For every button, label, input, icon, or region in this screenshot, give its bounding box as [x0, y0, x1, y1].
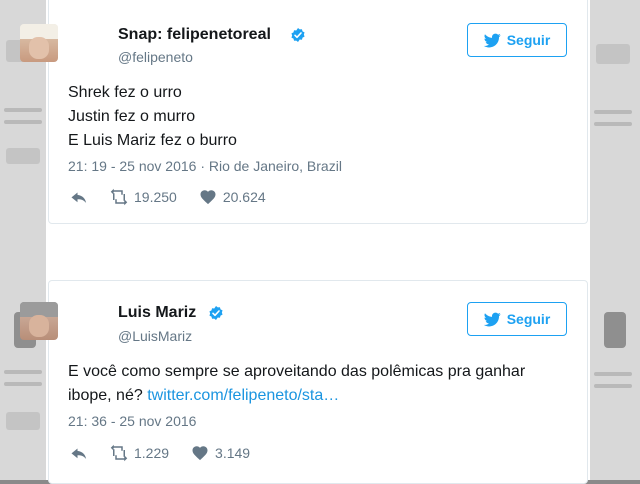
retweet-icon — [110, 188, 128, 206]
retweet-count: 19.250 — [134, 189, 177, 205]
verified-badge-icon — [291, 28, 305, 42]
twitter-bird-icon — [483, 312, 501, 326]
user-handle[interactable]: @LuisMariz — [118, 328, 192, 344]
display-name[interactable]: Luis Mariz — [118, 304, 196, 322]
heart-icon — [200, 190, 216, 205]
retweet-button[interactable]: 19.250 — [110, 188, 177, 206]
tweet-line: Justin fez o murro — [68, 108, 196, 125]
follow-label: Seguir — [506, 311, 551, 327]
retweet-button[interactable]: 1.229 — [110, 444, 169, 462]
tweet-line: Shrek fez o urro — [68, 84, 182, 101]
tweet-link[interactable]: twitter.com/felipeneto/sta… — [147, 387, 339, 404]
tweet-line-prefix: ibope, né? — [68, 387, 143, 404]
tweet-text: E você como sempre se aproveitando das p… — [68, 360, 525, 408]
reply-icon — [71, 448, 87, 459]
tweet-line: E você como sempre se aproveitando das p… — [68, 363, 526, 380]
tweet-timestamp[interactable]: 21: 19 - 25 nov 2016 · Rio de Janeiro, B… — [68, 158, 342, 174]
verified-badge-icon — [209, 306, 223, 320]
follow-button[interactable]: Seguir — [467, 23, 567, 57]
user-handle[interactable]: @felipeneto — [118, 49, 193, 65]
tweet-timestamp[interactable]: 21: 36 - 25 nov 2016 — [68, 413, 196, 429]
like-button[interactable]: 20.624 — [199, 188, 266, 206]
tweet-actions: 19.250 20.624 — [70, 188, 266, 206]
tweet-actions: 1.229 3.149 — [70, 444, 250, 462]
twitter-bird-icon — [483, 33, 501, 47]
tweet-line: ibope, né? twitter.com/felipeneto/sta… — [68, 384, 525, 408]
left-background — [0, 0, 46, 480]
like-count: 3.149 — [215, 445, 251, 461]
tweet-line: E Luis Mariz fez o burro — [68, 132, 237, 149]
follow-button[interactable]: Seguir — [467, 302, 567, 336]
heart-icon — [192, 446, 208, 461]
retweet-icon — [110, 444, 128, 462]
like-button[interactable]: 3.149 — [191, 444, 250, 462]
reply-button[interactable] — [70, 188, 88, 206]
avatar[interactable] — [20, 302, 58, 340]
tweet-text: Shrek fez o urro Justin fez o murro E Lu… — [68, 81, 237, 153]
reply-button[interactable] — [70, 444, 88, 462]
retweet-count: 1.229 — [134, 445, 170, 461]
like-count: 20.624 — [222, 189, 266, 205]
display-name[interactable]: Snap: felipenetoreal — [118, 26, 271, 44]
reply-icon — [71, 192, 87, 203]
avatar[interactable] — [20, 24, 58, 62]
follow-label: Seguir — [506, 32, 551, 48]
right-background — [590, 0, 640, 480]
